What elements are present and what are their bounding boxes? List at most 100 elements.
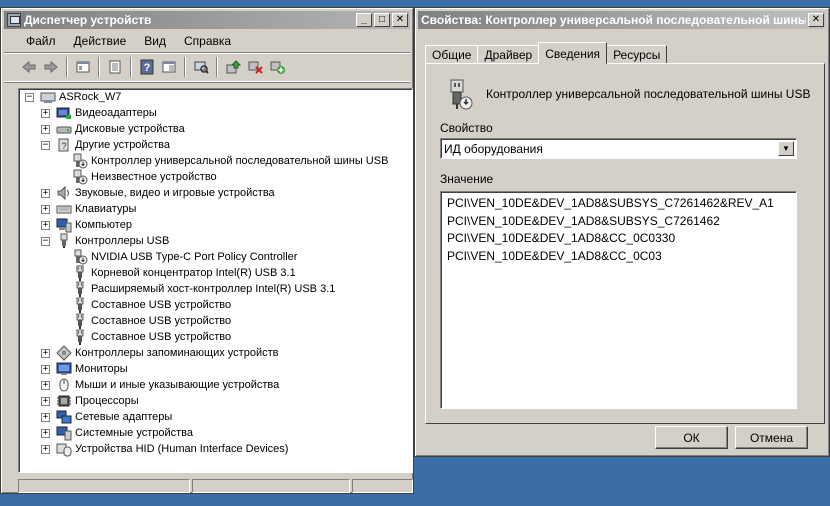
tree-item[interactable]: Неизвестное устройство: [57, 169, 217, 185]
menu-file[interactable]: Файл: [4, 34, 65, 48]
tree-item[interactable]: Корневой концентратор Intel(R) USB 3.1: [57, 265, 296, 281]
expand-icon[interactable]: +: [41, 396, 50, 406]
expand-icon[interactable]: +: [41, 220, 50, 230]
properties-titlebar[interactable]: Свойства: Контроллер универсальной после…: [418, 11, 826, 29]
tree-item[interactable]: + Системные устройства: [41, 425, 193, 441]
tree-item-label: Видеоадаптеры: [75, 107, 157, 119]
value-item[interactable]: PCI\VEN_10DE&DEV_1AD8&SUBSYS_C7261462: [447, 213, 796, 231]
tree-item[interactable]: + Видеоадаптеры: [41, 105, 157, 121]
tree-item-label: Составное USB устройство: [91, 315, 232, 327]
expand-icon[interactable]: +: [41, 188, 50, 198]
tree-item-label: Сетевые адаптеры: [75, 411, 173, 423]
menu-action[interactable]: Действие: [65, 34, 136, 48]
back-icon: [22, 60, 36, 74]
tree-item[interactable]: + Компьютер: [41, 217, 132, 233]
usb-plug-icon: [76, 297, 84, 313]
expand-icon[interactable]: +: [41, 380, 50, 390]
tree-item-label: Расширяемый хост-контроллер Intel(R) USB…: [91, 283, 336, 295]
tree-item-label: Дисковые устройства: [75, 123, 185, 135]
forward-button[interactable]: [40, 56, 62, 78]
dialog-close-button[interactable]: ✕: [808, 13, 824, 27]
tree-item[interactable]: + Контроллеры запоминающих устройств: [41, 345, 278, 361]
value-item[interactable]: PCI\VEN_10DE&DEV_1AD8&CC_0C03: [447, 248, 796, 266]
minimize-button[interactable]: _: [356, 13, 372, 27]
scan-hardware-button[interactable]: [190, 56, 212, 78]
value-item[interactable]: PCI\VEN_10DE&DEV_1AD8&SUBSYS_C7261462&RE…: [447, 195, 796, 213]
disable-device-button[interactable]: [244, 56, 266, 78]
tree-item[interactable]: − ASRock_W7: [25, 89, 121, 105]
tree-item[interactable]: + Устройства HID (Human Interface Devices…: [41, 441, 288, 457]
network-adapter-icon: [56, 410, 72, 424]
close-button[interactable]: ✕: [392, 13, 408, 27]
mouse-icon: [59, 378, 69, 392]
collapse-icon[interactable]: −: [25, 92, 34, 102]
menu-view[interactable]: Вид: [135, 34, 175, 48]
tree-item-label: Контроллеры запоминающих устройств: [75, 347, 279, 359]
warning-usb-icon: [74, 249, 88, 265]
console-tree-button[interactable]: [158, 56, 180, 78]
expand-icon[interactable]: +: [41, 348, 50, 358]
tree-item[interactable]: Контроллер универсальной последовательно…: [57, 153, 388, 169]
tree-item[interactable]: Составное USB устройство: [57, 313, 231, 329]
expand-icon[interactable]: +: [41, 204, 50, 214]
list-button[interactable]: [104, 56, 126, 78]
tree-item[interactable]: + Сетевые адаптеры: [41, 409, 172, 425]
expand-icon[interactable]: +: [41, 428, 50, 438]
disable-device-icon: [248, 61, 263, 74]
cancel-button[interactable]: Отмена: [735, 426, 808, 449]
tree-item[interactable]: Расширяемый хост-контроллер Intel(R) USB…: [57, 281, 335, 297]
properties-title: Свойства: Контроллер универсальной после…: [421, 13, 806, 27]
tab-general[interactable]: Общие: [425, 45, 479, 64]
expand-icon[interactable]: +: [41, 108, 50, 118]
maximize-button[interactable]: □: [374, 13, 390, 27]
property-select[interactable]: ИД оборудования ▼: [440, 138, 797, 159]
value-item[interactable]: PCI\VEN_10DE&DEV_1AD8&CC_0C0330: [447, 230, 796, 248]
tab-details[interactable]: Сведения: [538, 42, 608, 64]
expand-icon[interactable]: +: [41, 124, 50, 134]
update-driver-button[interactable]: [222, 56, 244, 78]
properties-icon: [76, 61, 90, 73]
back-button[interactable]: [18, 56, 40, 78]
expand-icon[interactable]: +: [41, 444, 50, 454]
tree-item-label: Процессоры: [75, 395, 139, 407]
collapse-icon[interactable]: −: [41, 236, 50, 246]
uninstall-device-button[interactable]: [266, 56, 288, 78]
scan-hardware-icon: [194, 61, 209, 74]
menu-help[interactable]: Справка: [175, 34, 240, 48]
tree-item[interactable]: Составное USB устройство: [57, 297, 231, 313]
status-pane: [192, 479, 350, 493]
tree-item-label: Контроллер универсальной последовательно…: [91, 155, 389, 167]
usb-controller-warning-icon: [450, 79, 473, 110]
system-device-icon: [56, 426, 72, 441]
tree-item[interactable]: NVIDIA USB Type-C Port Policy Controller: [57, 249, 297, 265]
dropdown-arrow-icon[interactable]: ▼: [778, 141, 794, 156]
usb-plug-icon: [76, 329, 84, 345]
ok-button[interactable]: ОК: [655, 426, 728, 449]
expand-icon[interactable]: +: [41, 412, 50, 422]
svg-text:?: ?: [144, 62, 151, 74]
tree-item[interactable]: + Мыши и иные указывающие устройства: [41, 377, 279, 393]
disk-drive-icon: [56, 126, 72, 134]
tree-item[interactable]: + Мониторы: [41, 361, 128, 377]
tab-resources[interactable]: Ресурсы: [606, 45, 668, 64]
tree-item[interactable]: + Клавиатуры: [41, 201, 136, 217]
tree-item[interactable]: + Дисковые устройства: [41, 121, 185, 137]
properties-button[interactable]: [72, 56, 94, 78]
tree-item[interactable]: −? Другие устройства: [41, 137, 170, 153]
tree-item[interactable]: + Процессоры: [41, 393, 139, 409]
tree-item[interactable]: + Звуковые, видео и игровые устройства: [41, 185, 275, 201]
display-adapter-icon: [56, 107, 71, 119]
collapse-icon[interactable]: −: [41, 140, 50, 150]
tree-item[interactable]: Составное USB устройство: [57, 329, 231, 345]
device-tree[interactable]: − ASRock_W7 + Видеоадаптеры + Дисковые устрой…: [18, 88, 413, 473]
device-manager-titlebar[interactable]: Диспетчер устройств _ □ ✕: [4, 11, 410, 29]
device-header: Контроллер универсальной последовательно…: [442, 78, 810, 110]
tree-item[interactable]: − Контроллеры USB: [41, 233, 169, 249]
keyboard-icon: [56, 205, 72, 214]
value-list[interactable]: PCI\VEN_10DE&DEV_1AD8&SUBSYS_C7261462&RE…: [440, 191, 797, 409]
property-select-value: ИД оборудования: [444, 141, 543, 156]
tab-driver[interactable]: Драйвер: [477, 45, 540, 64]
help-button[interactable]: ?: [136, 56, 158, 78]
sound-icon: [57, 185, 69, 201]
expand-icon[interactable]: +: [41, 364, 50, 374]
